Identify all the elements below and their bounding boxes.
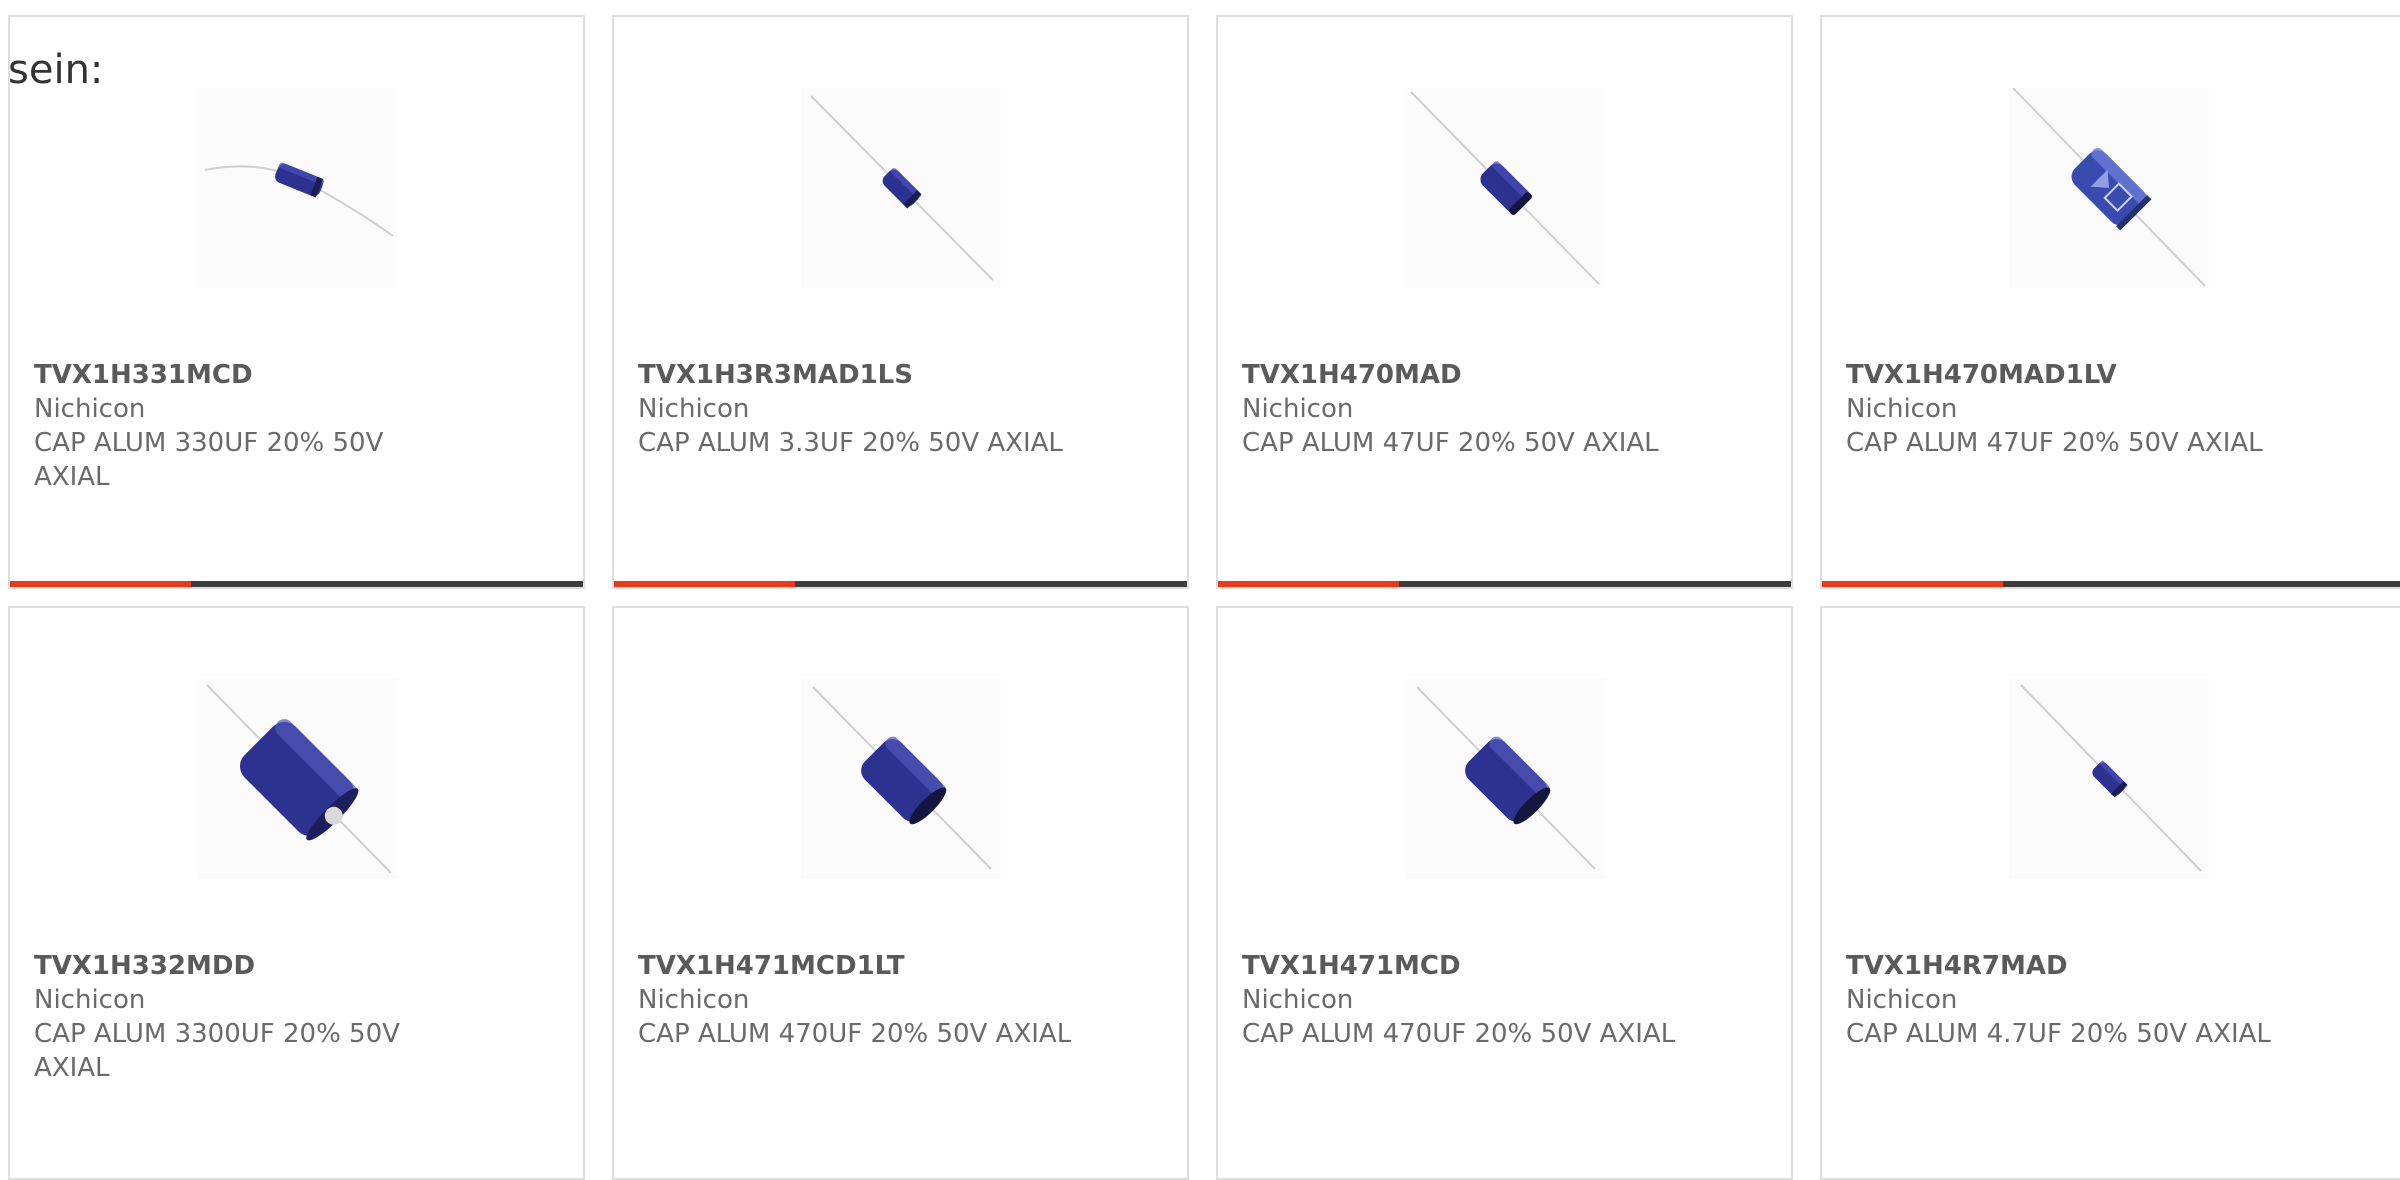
product-card[interactable]: TVX1H470MAD Nichicon CAP ALUM 47UF 20% 5… <box>1216 15 1793 589</box>
manufacturer: Nichicon <box>638 985 750 1015</box>
axial-capacitor-small-icon <box>197 88 397 288</box>
product-card[interactable]: TVX1H4R7MAD Nichicon CAP ALUM 4.7UF 20% … <box>1820 606 2400 1180</box>
product-description: CAP ALUM 470UF 20% 50V AXIAL <box>1242 1019 1676 1049</box>
manufacturer: Nichicon <box>1242 394 1354 424</box>
product-grid: TVX1H331MCD Nichicon CAP ALUM 330UF 20% … <box>0 0 2400 1180</box>
card-accent-bar <box>10 581 191 587</box>
card-bottom-bar <box>10 581 583 587</box>
manufacturer: Nichicon <box>1846 985 1958 1015</box>
manufacturer: Nichicon <box>34 985 146 1015</box>
product-card[interactable]: TVX1H332MDD Nichicon CAP ALUM 3300UF 20%… <box>8 606 585 1180</box>
product-card[interactable]: TVX1H471MCD Nichicon CAP ALUM 470UF 20% … <box>1216 606 1793 1180</box>
manufacturer: Nichicon <box>1242 985 1354 1015</box>
part-number[interactable]: TVX1H470MAD <box>1242 358 1662 392</box>
manufacturer: Nichicon <box>34 394 146 424</box>
part-number[interactable]: TVX1H4R7MAD <box>1846 949 2266 983</box>
axial-capacitor-medium-icon <box>801 679 1001 879</box>
product-description: CAP ALUM 330UF 20% 50V AXIAL <box>34 428 384 492</box>
card-accent-bar <box>1218 581 1399 587</box>
manufacturer: Nichicon <box>1846 394 1958 424</box>
part-number[interactable]: TVX1H471MCD <box>1242 949 1662 983</box>
product-card[interactable]: TVX1H331MCD Nichicon CAP ALUM 330UF 20% … <box>8 15 585 589</box>
part-number[interactable]: TVX1H470MAD1LV <box>1846 358 2266 392</box>
axial-capacitor-small-icon <box>801 88 1001 288</box>
part-number[interactable]: TVX1H332MDD <box>34 949 454 983</box>
card-bottom-bar <box>1218 581 1791 587</box>
product-card[interactable]: TVX1H470MAD1LV Nichicon CAP ALUM 47UF 20… <box>1820 15 2400 589</box>
product-description: CAP ALUM 47UF 20% 50V AXIAL <box>1846 428 2263 458</box>
intro-text: sein: <box>8 47 104 93</box>
card-bottom-bar <box>614 581 1187 587</box>
axial-capacitor-large-icon <box>197 679 397 879</box>
card-accent-bar <box>614 581 795 587</box>
product-card[interactable]: TVX1H3R3MAD1LS Nichicon CAP ALUM 3.3UF 2… <box>612 15 1189 589</box>
axial-capacitor-sleeved-icon <box>2009 88 2209 288</box>
axial-capacitor-medium-icon <box>1405 679 1605 879</box>
product-description: CAP ALUM 47UF 20% 50V AXIAL <box>1242 428 1659 458</box>
product-description: CAP ALUM 3.3UF 20% 50V AXIAL <box>638 428 1063 458</box>
manufacturer: Nichicon <box>638 394 750 424</box>
card-bottom-bar <box>1822 581 2400 587</box>
axial-capacitor-small-icon <box>1405 88 1605 288</box>
part-number[interactable]: TVX1H3R3MAD1LS <box>638 358 1058 392</box>
product-description: CAP ALUM 470UF 20% 50V AXIAL <box>638 1019 1072 1049</box>
product-description: CAP ALUM 3300UF 20% 50V AXIAL <box>34 1019 400 1083</box>
product-description: CAP ALUM 4.7UF 20% 50V AXIAL <box>1846 1019 2271 1049</box>
part-number[interactable]: TVX1H471MCD1LT <box>638 949 1058 983</box>
card-accent-bar <box>1822 581 2003 587</box>
part-number[interactable]: TVX1H331MCD <box>34 358 454 392</box>
product-card[interactable]: TVX1H471MCD1LT Nichicon CAP ALUM 470UF 2… <box>612 606 1189 1180</box>
axial-capacitor-small-icon <box>2009 679 2209 879</box>
